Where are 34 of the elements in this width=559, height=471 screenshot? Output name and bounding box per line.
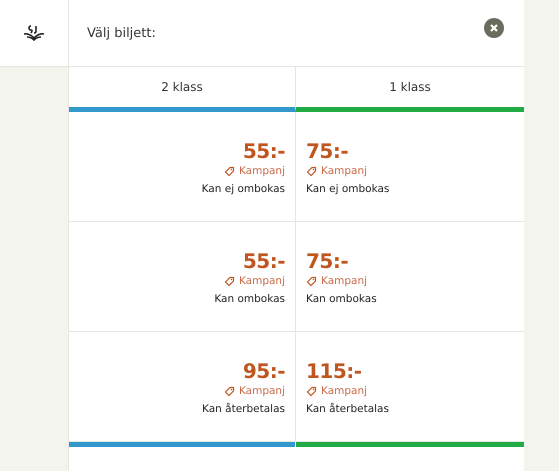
tag-icon <box>306 166 317 176</box>
price: 95:- <box>242 359 285 383</box>
ticket-option[interactable]: 75:- Kampanj Kan ej ombokas <box>295 112 524 222</box>
campaign-label: Kampanj <box>321 384 368 399</box>
tag-icon <box>224 386 235 396</box>
class-header: 2 klass <box>69 67 295 112</box>
logo-icon <box>23 25 45 41</box>
price: 75:- <box>306 139 348 163</box>
price: 115:- <box>306 359 362 383</box>
class-header: 1 klass <box>295 67 524 112</box>
tag-icon <box>306 386 317 396</box>
ticket-option[interactable]: 55:- Kampanj Kan ej ombokas <box>69 112 295 222</box>
dialog-title: Välj biljett: <box>87 26 156 40</box>
close-button[interactable] <box>484 18 504 38</box>
campaign-label: Kampanj <box>238 164 285 179</box>
campaign-label: Kampanj <box>238 274 285 289</box>
ticket-condition: Kan ej ombokas <box>202 182 285 197</box>
ticket-option[interactable]: 55:- Kampanj Kan ombokas <box>69 222 295 332</box>
campaign-label: Kampanj <box>321 274 368 289</box>
price: 75:- <box>306 249 348 273</box>
tag-icon <box>224 276 235 286</box>
price: 55:- <box>242 249 285 273</box>
ticket-condition: Kan ej ombokas <box>306 182 390 197</box>
ticket-condition: Kan ombokas <box>214 292 285 307</box>
close-icon <box>489 23 499 33</box>
price: 55:- <box>242 139 285 163</box>
campaign-label: Kampanj <box>238 384 285 399</box>
ticket-condition: Kan återbetalas <box>202 402 285 417</box>
ticket-condition: Kan ombokas <box>306 292 377 307</box>
ticket-condition: Kan återbetalas <box>306 402 389 417</box>
campaign-label: Kampanj <box>321 164 368 179</box>
ticket-option[interactable]: 75:- Kampanj Kan ombokas <box>295 222 524 332</box>
tag-icon <box>224 166 235 176</box>
tag-icon <box>306 276 317 286</box>
